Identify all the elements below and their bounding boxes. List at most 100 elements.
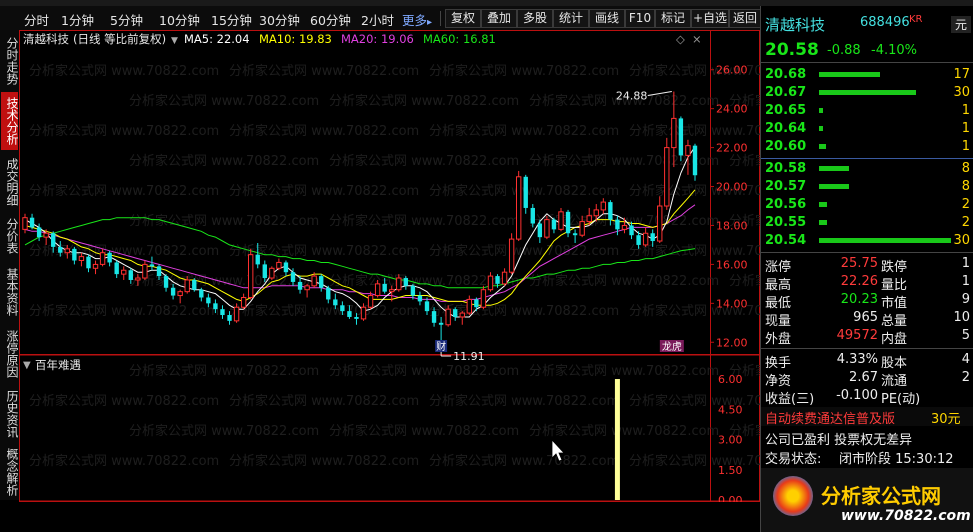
tab-trades[interactable]: 成交明细 (1, 154, 19, 210)
bid-qty: 2 (961, 197, 970, 212)
bid-row[interactable]: 20.57 8 (761, 178, 973, 196)
draw-line-button[interactable]: 画线 (589, 9, 625, 28)
stat-value: 5 (961, 328, 970, 343)
ask-row[interactable]: 20.68 17 (761, 66, 973, 84)
candle-body-up (685, 145, 691, 156)
ask-row[interactable]: 20.64 1 (761, 120, 973, 138)
period-intraday[interactable]: 分时 (24, 10, 49, 29)
ma5-label: MA5: 22.04 (184, 32, 250, 46)
ask-row[interactable]: 20.65 1 (761, 102, 973, 120)
stat-value: 49572 (836, 328, 878, 343)
candle-body-up (396, 277, 402, 291)
diamond-icon[interactable]: ◇ (676, 32, 685, 46)
y-tick-label: 26.00 (716, 64, 748, 77)
tab-limit-reason[interactable]: 涨停原因 (1, 326, 19, 382)
bid-row[interactable]: 20.55 2 (761, 214, 973, 232)
high-price-label: 24.88 (616, 90, 648, 103)
candle-body-down (262, 264, 267, 279)
bid-qty: 8 (961, 179, 970, 194)
ma5-line (24, 146, 696, 318)
indicator-dropdown-icon[interactable]: ▼ (23, 360, 31, 371)
watermark-text: 分析家公式网 www.70822.com (229, 123, 419, 139)
ma20-label: MA20: 19.06 (341, 32, 414, 46)
back-button[interactable]: 返回 (729, 9, 761, 28)
kline-chart[interactable]: 分析家公式网 www.70822.com 分析家公式网 www.70822.com… (19, 30, 760, 502)
ask-price: 20.64 (765, 121, 807, 136)
watermark-text: 分析家公式网 www.70822.com (29, 243, 219, 259)
period-30min[interactable]: 30分钟 (259, 10, 300, 29)
candle-body-down (163, 276, 169, 288)
watermark-text: 分析家公式网 www.70822.com (529, 273, 719, 289)
stat-key: 股本 (881, 356, 908, 371)
candle-body-down (297, 281, 303, 290)
overlay-button[interactable]: 叠加 (481, 9, 517, 28)
stat-value: 9 (961, 292, 970, 307)
stat-value: 1 (961, 256, 970, 271)
ask-qty: 1 (961, 121, 970, 136)
candle-body-down (551, 219, 557, 230)
close-icon[interactable]: × (692, 32, 702, 46)
bid-bar (819, 202, 828, 207)
candle-body-up (92, 263, 99, 269)
stats-block-1: 涨停 25.75 跌停 1 最高 22.26 量比 1 最低 20.23 市值 9 现量 965 总量 10 外… (761, 254, 973, 347)
candle-body-down (128, 270, 133, 280)
fuquan-button[interactable]: 复权 (445, 9, 481, 28)
watermark-text: 分析家公式网 www.70822.com (629, 243, 760, 259)
stat-key: 跌停 (881, 260, 908, 275)
ma-dropdown-icon[interactable]: ▼ (171, 36, 178, 46)
statistics-button[interactable]: 统计 (553, 9, 589, 28)
logo-url: www.70822.com (841, 508, 971, 524)
ma10-label: MA10: 19.83 (259, 32, 332, 46)
candle-body-up (247, 254, 254, 298)
period-10min[interactable]: 10分钟 (159, 10, 200, 29)
bid-row[interactable]: 20.56 2 (761, 196, 973, 214)
tab-technical-label: 技术分析 (5, 97, 19, 145)
period-1min[interactable]: 1分钟 (61, 10, 94, 29)
stat-value: 965 (853, 310, 878, 325)
period-5min[interactable]: 5分钟 (110, 10, 143, 29)
company-info: 公司已盈利 投票权无差异 (765, 433, 913, 448)
stat-value: 2.67 (849, 370, 878, 385)
tab-intraday[interactable]: 分时走势 (1, 34, 19, 88)
add-watchlist-button[interactable]: +自选 (691, 9, 729, 28)
tab-technical[interactable]: 技术分析 (1, 92, 19, 150)
indicator-tick-label: 6.00 (718, 373, 743, 386)
tab-history-news[interactable]: 历史资讯 (1, 386, 19, 442)
period-15min[interactable]: 15分钟 (211, 10, 252, 29)
ask-qty: 17 (953, 67, 970, 82)
candle-body-down (347, 311, 352, 317)
candle-body-down (107, 252, 112, 263)
stat-row: 最高 22.26 量比 1 (761, 274, 973, 293)
trade-status-label: 交易状态: (765, 452, 822, 467)
period-60min[interactable]: 60分钟 (310, 10, 351, 29)
mark-button[interactable]: 标记 (655, 9, 691, 28)
y-tick-label: 20.00 (716, 181, 748, 194)
ad-row[interactable]: 自动续费通达信普及版 30元 (761, 407, 973, 427)
ask-row[interactable]: 20.67 30 (761, 84, 973, 102)
watermark-text: 分析家公式网 www.70822.com (729, 273, 760, 289)
watermark-text: 分析家公式网 www.70822.com (429, 453, 619, 469)
candle-body-down (615, 219, 620, 230)
tab-price-table[interactable]: 分价表 (1, 214, 19, 258)
tab-profile[interactable]: 基本资料 (1, 264, 19, 320)
ask-row[interactable]: 20.60 1 (761, 138, 973, 156)
f10-button[interactable]: F10 (625, 9, 655, 28)
candle-body-down (692, 145, 698, 176)
bid-row[interactable]: 20.58 8 (761, 160, 973, 178)
watermark-text: 分析家公式网 www.70822.com (429, 393, 619, 409)
period-2hour[interactable]: 2小时 (361, 10, 394, 29)
stat-value: 25.75 (840, 256, 878, 271)
candle-body-up (121, 269, 127, 275)
bid-bar (819, 220, 828, 225)
bid-row[interactable]: 20.54 30 (761, 232, 973, 250)
candle-body-down (565, 211, 571, 234)
ask-qty: 1 (961, 139, 970, 154)
tab-concept[interactable]: 概念解析 (1, 444, 19, 500)
watermark-text: 分析家公式网 www.70822.com (129, 423, 319, 439)
period-more[interactable]: 更多▸ (402, 10, 432, 29)
bid-price: 20.55 (765, 215, 807, 230)
chart-stock-name: 清越科技 (23, 32, 69, 46)
multi-stock-button[interactable]: 多股 (517, 9, 553, 28)
bid-price: 20.58 (765, 161, 807, 176)
y-tick-label: 22.00 (716, 142, 748, 155)
